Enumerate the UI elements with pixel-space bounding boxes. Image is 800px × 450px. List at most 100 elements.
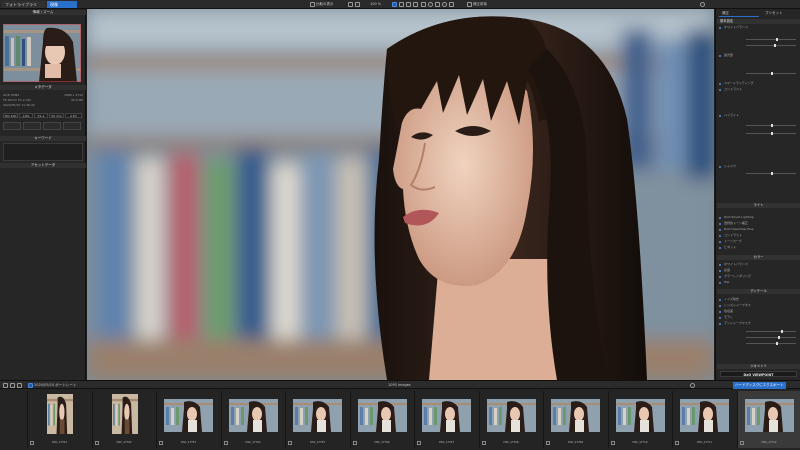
section-light[interactable]: ライト <box>717 203 800 208</box>
tab-presets[interactable]: プリセット <box>762 9 800 17</box>
eye-icon[interactable] <box>441 1 447 7</box>
filmstrip-thumbnail[interactable]: DSC_17711 <box>672 391 735 448</box>
crop-icon[interactable] <box>399 1 405 7</box>
histogram-icon[interactable] <box>449 1 454 7</box>
slider-knob[interactable] <box>771 124 773 127</box>
horizon-icon[interactable] <box>406 1 412 7</box>
slider-track[interactable] <box>746 124 796 127</box>
section-detail[interactable]: ディテール <box>717 289 800 294</box>
adjust-item[interactable]: DxO ClearView Plus <box>717 227 800 232</box>
color-label-button[interactable] <box>43 122 61 130</box>
filmstrip-thumbnail[interactable]: DSC_17710 <box>607 391 671 448</box>
slider-track[interactable] <box>746 72 796 75</box>
sort-icon[interactable] <box>10 382 16 388</box>
adjust-item[interactable]: DxO Smart Lighting <box>717 215 800 220</box>
slider-knob[interactable] <box>778 336 780 339</box>
adjust-item[interactable]: ビネット <box>717 245 800 250</box>
filmstrip-thumbnail[interactable]: DSC_17708 <box>478 391 542 448</box>
search-field[interactable] <box>690 382 696 389</box>
enabled-dot-icon <box>719 228 721 231</box>
filmstrip-thumbnail[interactable]: DSC_17704 <box>220 391 284 448</box>
adjust-item[interactable]: ホワイトバランス <box>717 25 800 30</box>
adjust-item[interactable]: モアレ <box>717 315 800 320</box>
slider-knob[interactable] <box>774 44 776 47</box>
adjust-item[interactable]: ノイズ除去 <box>717 297 800 302</box>
adjust-item[interactable]: シャドウ <box>717 164 800 169</box>
adjust-item[interactable]: アンシャープマスク <box>717 321 800 326</box>
flag-button[interactable] <box>23 122 41 130</box>
rotate-left-icon[interactable] <box>348 1 353 7</box>
repair-icon[interactable] <box>427 1 433 7</box>
section-basic[interactable]: 基本設定 <box>717 19 800 24</box>
slider-knob[interactable] <box>776 38 778 41</box>
tab-develop[interactable]: 現像 <box>47 1 77 8</box>
slider-track[interactable] <box>746 132 796 135</box>
filmstrip-thumbnail[interactable]: DSC_17705 <box>285 391 348 448</box>
filmstrip-thumbnail[interactable]: DSC_17706 <box>349 391 413 448</box>
filmstrip-thumbnail[interactable]: DSC_17709 <box>543 391 606 448</box>
hand-tool-icon[interactable] <box>392 1 397 7</box>
slider-track[interactable] <box>746 336 796 339</box>
keywords-header[interactable]: キーワード <box>0 136 86 141</box>
rating-button[interactable] <box>3 122 21 130</box>
slider-knob[interactable] <box>771 172 773 175</box>
keywords-box[interactable] <box>3 143 83 161</box>
slider-track[interactable] <box>746 342 796 345</box>
adjust-item[interactable]: レンズシャープネス <box>717 303 800 308</box>
adjust-item[interactable]: カラーレンダリング <box>717 274 800 279</box>
adjust-item[interactable]: ハイライト <box>717 113 800 118</box>
filter-icon[interactable] <box>17 382 23 388</box>
perspective-icon[interactable] <box>413 1 419 7</box>
slider-track[interactable] <box>746 172 796 175</box>
filmstrip-thumbnail[interactable]: DSC_17712 <box>736 391 800 448</box>
red-eye-icon[interactable] <box>420 1 426 7</box>
tab-corrections[interactable]: 補正 <box>719 9 759 17</box>
reject-button[interactable] <box>63 122 81 130</box>
filmstrip-thumbnail[interactable]: DSC_17702 <box>91 391 155 448</box>
image-viewer[interactable] <box>87 9 714 380</box>
folder-path[interactable]: 2020/05/10 ポートレート <box>28 382 76 389</box>
filmstrip[interactable]: DSC_17701 DSC_17702 DSC_17703 DSC_17704 DSC_… <box>0 389 800 450</box>
zoom-field[interactable]: 100 % <box>370 1 381 8</box>
assets-header[interactable]: アセットデータ <box>0 163 86 168</box>
section-color[interactable]: カラー <box>717 255 800 260</box>
adjust-item[interactable]: HSL <box>717 280 800 285</box>
local-adjust-icon[interactable] <box>434 1 440 7</box>
image-count: 1093 images <box>388 383 411 387</box>
adjust-item-label: ホワイトバランス <box>724 262 748 266</box>
slider-knob[interactable] <box>771 72 773 75</box>
adjust-item[interactable]: トーンカーブ <box>717 239 800 244</box>
adjust-item[interactable]: コントラスト <box>717 233 800 238</box>
section-geometry[interactable]: ジオメトリ <box>717 364 800 369</box>
adjust-item[interactable]: 選択的トーン補正 <box>717 221 800 226</box>
slider-knob[interactable] <box>771 132 773 135</box>
tab-photo-library[interactable]: フォトライブラリ <box>2 1 45 8</box>
filmstrip-thumbnail[interactable]: DSC_17707 <box>414 391 477 448</box>
slider-track[interactable] <box>746 44 796 47</box>
filmstrip-thumbnail[interactable]: DSC_17701 <box>27 391 90 448</box>
export-button[interactable]: ハードディスクにエクスポート <box>733 382 786 389</box>
before-after-button[interactable]: 補正前後 <box>467 1 487 8</box>
navigator-header[interactable]: 情報 / ズーム <box>0 10 86 15</box>
slider-knob[interactable] <box>776 342 778 345</box>
minimize-icon[interactable] <box>700 1 705 7</box>
adjust-item[interactable]: スマートライティング <box>717 81 800 86</box>
grid-icon[interactable] <box>3 382 8 388</box>
slider-track[interactable] <box>746 38 796 41</box>
navigator-preview-image <box>3 24 81 82</box>
slider-track[interactable] <box>746 330 796 333</box>
compare-button[interactable]: 比較の表示 <box>310 1 334 8</box>
rotate-right-icon[interactable] <box>355 1 361 7</box>
adjust-item[interactable]: ホワイトバランス <box>717 262 800 267</box>
adjust-item[interactable]: 色収差 <box>717 309 800 314</box>
exif-aperture: f/1.2 <box>34 113 48 118</box>
adjust-item-label: シャドウ <box>724 164 737 168</box>
navigator-thumbnail[interactable] <box>3 24 81 82</box>
adjust-item[interactable]: 彩度 <box>717 268 800 273</box>
adjust-item[interactable]: 露光量 <box>717 53 800 58</box>
viewpoint-button[interactable]: DxO VIEWPOINT <box>720 371 797 377</box>
slider-knob[interactable] <box>781 330 783 333</box>
metadata-header[interactable]: メタデータ <box>0 85 86 90</box>
adjust-item[interactable]: コントラスト <box>717 87 800 92</box>
filmstrip-thumbnail[interactable]: DSC_17703 <box>156 391 219 448</box>
